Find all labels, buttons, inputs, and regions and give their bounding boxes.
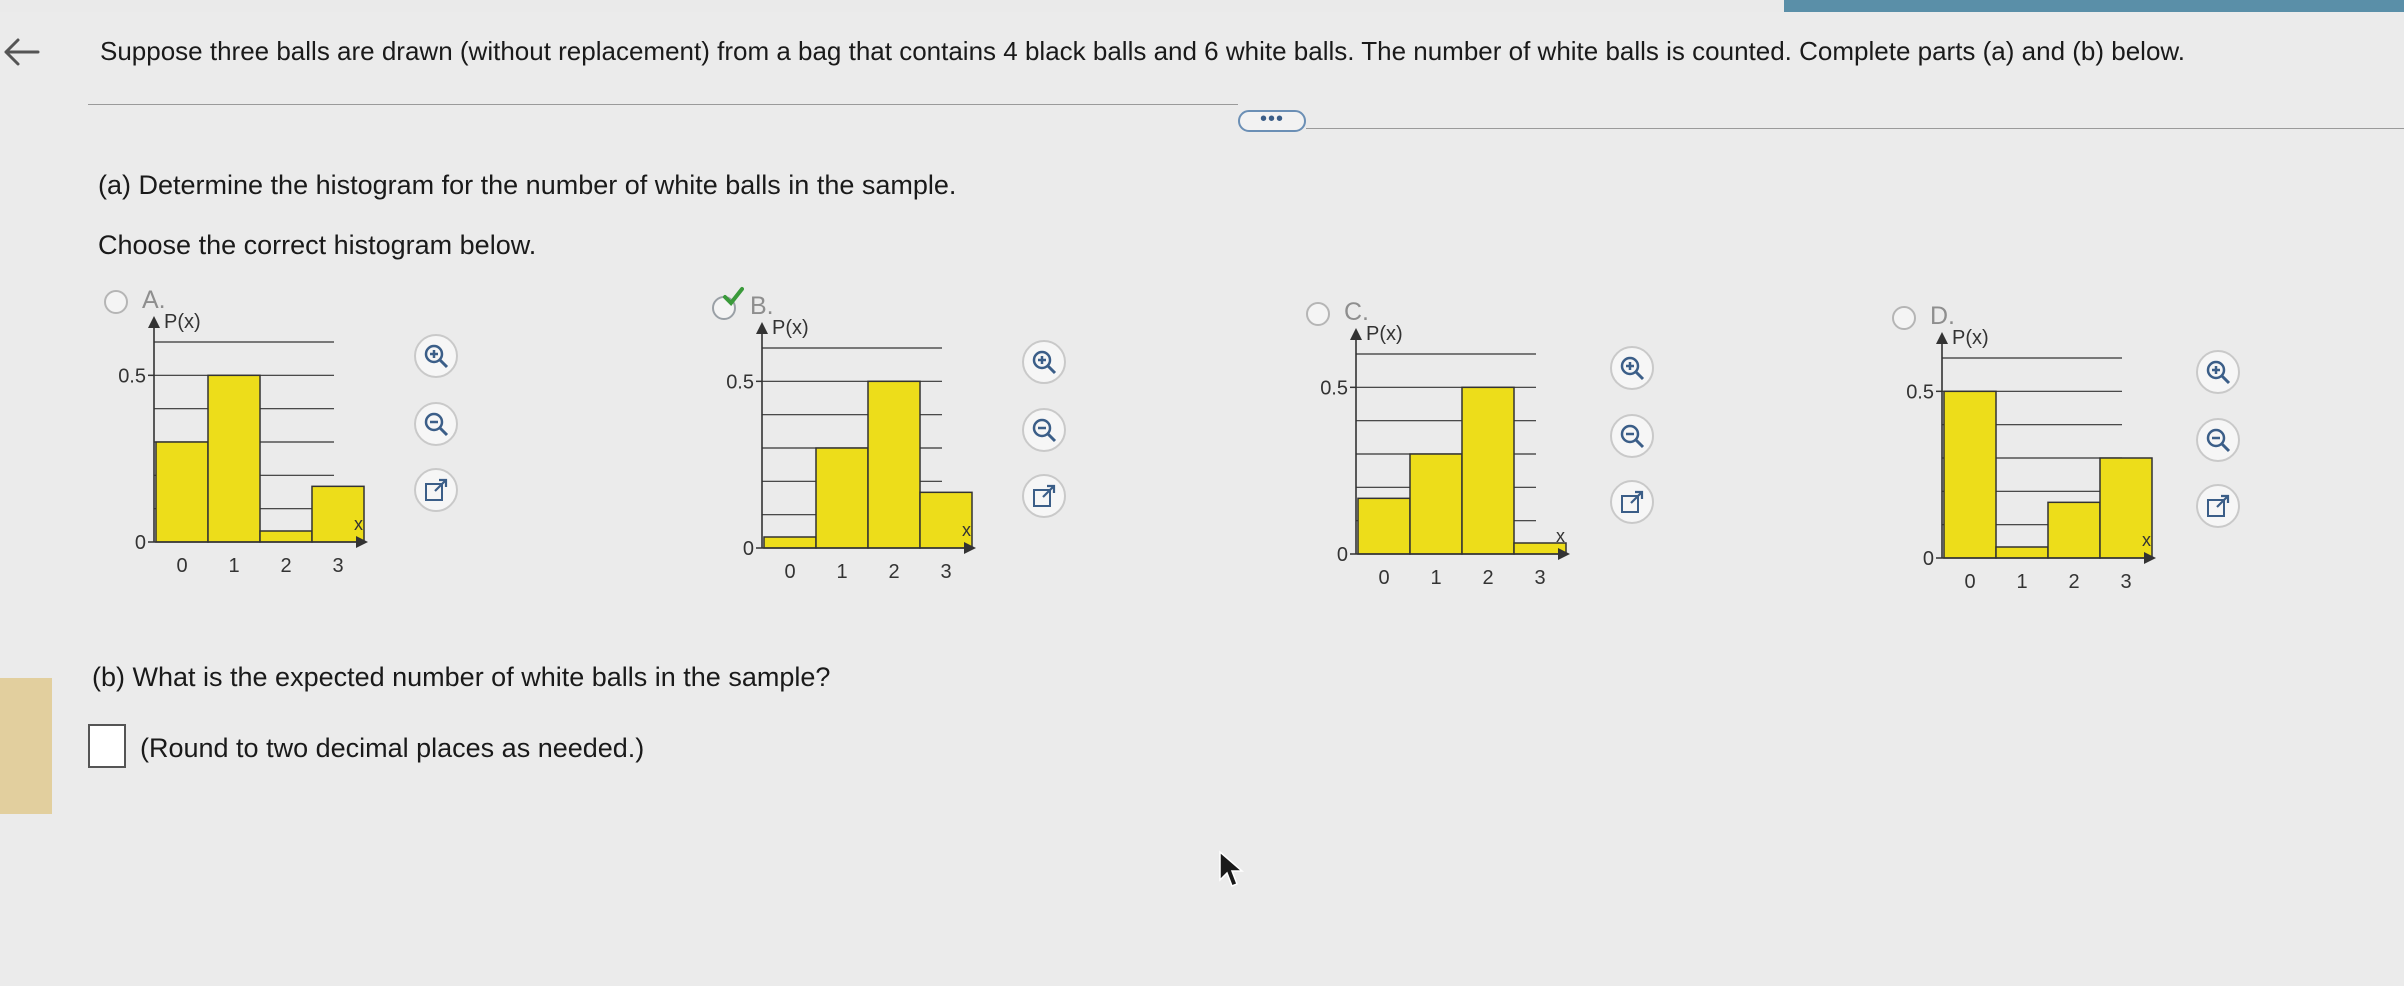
y-axis-arrow (756, 322, 768, 334)
zoom-out-icon (424, 412, 449, 437)
x-tick-label: 2 (2068, 571, 2079, 593)
x-tick-label: 1 (1430, 567, 1441, 589)
option-d-radio[interactable] (1892, 306, 1916, 330)
option-d-zoom-in-button[interactable] (2196, 350, 2240, 394)
y-axis-label: P(x) (772, 317, 809, 339)
more-button[interactable]: ••• (1238, 109, 1306, 132)
part-a-instruction: Choose the correct histogram below. (98, 230, 537, 260)
option-d-histogram: 0 1 2 3 P(x) 0.5 0 x (1906, 327, 2156, 593)
option-b-letter: B. (750, 292, 774, 320)
histogram-bar-1 (207, 374, 261, 543)
x-tick-label: 1 (2016, 571, 2027, 593)
option-d-open-button[interactable] (2196, 484, 2240, 528)
option-b-open-button[interactable] (1022, 474, 1066, 518)
top-accent-bar (1784, 0, 2404, 12)
x-tick-label: 2 (280, 555, 291, 577)
option-a-zoom-in-button[interactable] (414, 334, 458, 378)
option-b-zoom-out-button[interactable] (1022, 408, 1066, 452)
histogram-bar-0 (763, 536, 817, 549)
histogram-bar-2 (259, 530, 313, 543)
checkmark-icon (723, 287, 744, 307)
y-tick-label: 0.5 (118, 365, 146, 387)
y-tick-label: 0 (743, 538, 754, 560)
open-external-icon (1621, 490, 1644, 513)
zoom-in-icon (424, 344, 449, 369)
histogram-bar-1 (1995, 546, 2049, 559)
histogram-bar-0 (1943, 390, 1997, 559)
y-tick-label: 0.5 (726, 371, 754, 393)
x-tick-label: 1 (836, 561, 847, 583)
x-tick-label: 0 (1378, 567, 1389, 589)
x-tick-label: 3 (1534, 567, 1545, 589)
option-a-letter: A. (142, 286, 166, 314)
option-c-open-button[interactable] (1610, 480, 1654, 524)
divider-left (88, 104, 1238, 105)
option-a-histogram: 0 1 2 3 P(x) 0.5 0 x (118, 311, 368, 577)
part-a-prompt: (a) Determine the histogram for the numb… (98, 170, 957, 200)
question-text: Suppose three balls are drawn (without r… (100, 36, 2185, 66)
option-b[interactable]: B. 0 1 2 3 P(x) 0.5 0 x (712, 287, 1272, 616)
histogram-bar-2 (1461, 386, 1515, 555)
zoom-in-icon (2206, 360, 2231, 385)
option-d[interactable]: D. 0 1 2 3 P(x) 0.5 0 x (1892, 302, 2404, 626)
x-tick-label: 3 (2120, 571, 2131, 593)
expected-value-input[interactable] (88, 724, 126, 768)
y-axis-arrow (1936, 332, 1948, 344)
mouse-cursor-icon (1219, 850, 1245, 887)
option-c-radio[interactable] (1306, 302, 1330, 326)
x-axis-label: x (962, 520, 971, 540)
x-tick-label: 2 (888, 561, 899, 583)
x-tick-label: 0 (1964, 571, 1975, 593)
option-c-histogram: 0 1 2 3 P(x) 0.5 0 x (1320, 323, 1570, 589)
histogram-bar-2 (2047, 501, 2101, 559)
option-a-zoom-out-button[interactable] (414, 402, 458, 446)
y-tick-label: 0 (1337, 544, 1348, 566)
y-tick-label: 0.5 (1906, 381, 1934, 403)
option-a-radio[interactable] (104, 290, 128, 314)
open-external-icon (2207, 494, 2230, 517)
back-arrow-icon[interactable] (0, 30, 44, 74)
part-b-prompt: (b) What is the expected number of white… (92, 662, 831, 692)
x-axis-label: x (1556, 526, 1565, 546)
x-axis-label: x (2142, 530, 2151, 550)
histogram-bar-2 (867, 380, 921, 549)
y-axis-arrow (148, 316, 160, 328)
option-b-histogram: 0 1 2 3 P(x) 0.5 0 x (726, 317, 976, 583)
x-tick-label: 0 (784, 561, 795, 583)
zoom-in-icon (1032, 350, 1057, 375)
option-c-zoom-in-button[interactable] (1610, 346, 1654, 390)
divider-right (1306, 128, 2404, 129)
option-d-zoom-out-button[interactable] (2196, 418, 2240, 462)
x-tick-label: 1 (228, 555, 239, 577)
histogram-bar-0 (1357, 497, 1411, 555)
zoom-out-icon (1032, 418, 1057, 443)
zoom-in-icon (1620, 356, 1645, 381)
open-external-icon (1033, 484, 1056, 507)
x-tick-label: 3 (332, 555, 343, 577)
histogram-bar-1 (1409, 453, 1463, 555)
open-external-icon (425, 478, 448, 501)
histogram-bar-0 (155, 441, 209, 543)
rounding-hint: (Round to two decimal places as needed.) (140, 733, 645, 763)
option-a-open-button[interactable] (414, 468, 458, 512)
side-tab[interactable] (0, 678, 52, 814)
x-tick-label: 0 (176, 555, 187, 577)
y-tick-label: 0 (135, 532, 146, 554)
x-tick-label: 2 (1482, 567, 1493, 589)
x-tick-label: 3 (940, 561, 951, 583)
y-axis-arrow (1350, 328, 1362, 340)
y-axis-label: P(x) (1366, 323, 1403, 345)
option-c-zoom-out-button[interactable] (1610, 414, 1654, 458)
zoom-out-icon (1620, 424, 1645, 449)
y-tick-label: 0.5 (1320, 377, 1348, 399)
zoom-out-icon (2206, 428, 2231, 453)
option-c[interactable]: C. 0 1 2 3 P(x) 0.5 0 x (1306, 298, 1866, 622)
y-axis-label: P(x) (164, 311, 201, 333)
y-tick-label: 0 (1923, 548, 1934, 570)
option-a[interactable]: A. 0 1 2 3 P(x) 0.5 0 x (104, 286, 664, 610)
y-axis-label: P(x) (1952, 327, 1989, 349)
x-axis-label: x (354, 514, 363, 534)
option-b-zoom-in-button[interactable] (1022, 340, 1066, 384)
histogram-bar-1 (815, 447, 869, 549)
